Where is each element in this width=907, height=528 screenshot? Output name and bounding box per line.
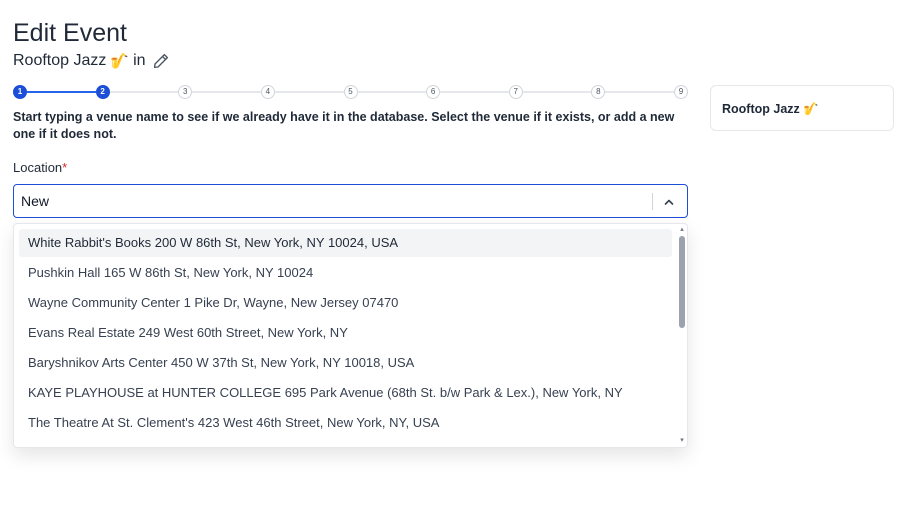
instructions-text: Start typing a venue name to see if we a… <box>13 110 675 141</box>
summary-event-name: Rooftop Jazz <box>722 102 800 116</box>
event-name: Rooftop Jazz <box>13 52 107 69</box>
location-option[interactable]: Pushkin Hall 165 W 86th St, New York, NY… <box>19 259 672 287</box>
stepper-connector <box>522 91 592 93</box>
scroll-up-arrow-icon[interactable]: ▴ <box>679 226 685 233</box>
stepper-connector <box>357 91 427 93</box>
location-option[interactable]: Baryshnikov Arts Center 450 W 37th St, N… <box>19 349 672 377</box>
stepper-connector <box>27 91 96 93</box>
step-3[interactable]: 3 <box>178 85 193 99</box>
step-6[interactable]: 6 <box>426 85 441 99</box>
stepper-connector <box>109 91 179 93</box>
step-8[interactable]: 8 <box>591 85 606 99</box>
location-option[interactable]: Wayne Community Center 1 Pike Dr, Wayne,… <box>19 289 672 317</box>
saxophone-emoji: 🎷 <box>110 52 130 70</box>
page-title: Edit Event <box>13 19 127 47</box>
location-input[interactable] <box>21 191 641 211</box>
in-label: in <box>133 52 146 69</box>
location-dropdown[interactable]: ▴ ▾ White Rabbit's Books 200 W 86th St, … <box>13 223 688 448</box>
saxophone-emoji: 🎷 <box>803 101 819 116</box>
summary-card-title: Rooftop Jazz 🎷 <box>722 101 819 117</box>
chevron-up-icon[interactable] <box>663 195 675 207</box>
location-label-text: Location <box>13 160 63 175</box>
location-option[interactable]: KAYE PLAYHOUSE at HUNTER COLLEGE 695 Par… <box>19 379 672 407</box>
step-5[interactable]: 5 <box>343 85 358 99</box>
location-option[interactable]: Evans Real Estate 249 West 60th Street, … <box>19 319 672 347</box>
dropdown-scrollbar-thumb[interactable] <box>679 236 685 328</box>
location-option[interactable]: White Rabbit's Books 200 W 86th St, New … <box>19 229 672 257</box>
progress-stepper: 1 2 3 4 5 6 7 8 9 <box>13 85 688 99</box>
stepper-connector <box>192 91 261 93</box>
event-subtitle: Rooftop Jazz 🎷 in <box>13 52 170 70</box>
location-combobox[interactable] <box>13 184 688 218</box>
location-label: Location* <box>13 160 67 175</box>
event-summary-card: Rooftop Jazz 🎷 <box>710 85 894 131</box>
stepper-connector <box>440 91 509 93</box>
stepper-connector <box>274 91 344 93</box>
pencil-icon[interactable] <box>152 52 170 70</box>
step-9[interactable]: 9 <box>674 85 688 99</box>
step-1[interactable]: 1 <box>13 85 27 99</box>
combobox-separator <box>652 193 653 210</box>
scroll-down-arrow-icon[interactable]: ▾ <box>679 437 685 444</box>
required-asterisk: * <box>62 160 68 175</box>
location-option[interactable]: The Theatre At St. Clement's 423 West 46… <box>19 409 672 437</box>
step-7[interactable]: 7 <box>508 85 523 99</box>
step-4[interactable]: 4 <box>260 85 275 99</box>
stepper-connector <box>605 91 674 93</box>
step-2[interactable]: 2 <box>95 85 110 99</box>
